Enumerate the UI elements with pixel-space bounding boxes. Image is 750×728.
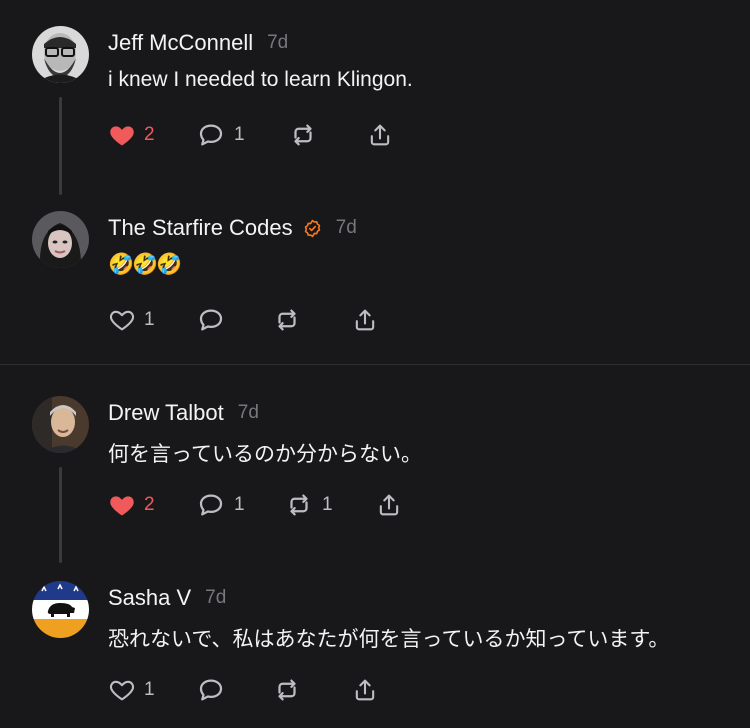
post-text: 恐れないで、私はあなたが何を言っているか知っています。 [108,628,670,651]
reply-count: 1 [234,124,245,145]
reply-button[interactable]: 1 [196,489,245,521]
share-icon [379,494,399,516]
avatar-starfire[interactable] [32,211,89,268]
avatar-sasha[interactable] [32,581,89,638]
repost-button[interactable] [272,304,310,336]
share-button[interactable] [366,119,394,151]
author-name[interactable]: Jeff McConnell [108,30,253,56]
share-icon [355,679,375,701]
reply-button[interactable] [196,304,234,336]
heart-icon [110,496,134,516]
repost-icon [294,124,312,146]
post-drew: Drew Talbot 7d 何を言っているのか分からない。 2 1 1 [0,370,750,563]
reply-icon [199,124,223,146]
share-icon [355,309,375,331]
post-header: The Starfire Codes 7d [108,215,357,241]
post-header: Sasha V 7d [108,585,226,611]
author-name[interactable]: Sasha V [108,585,191,611]
avatar-jeff[interactable] [32,26,89,83]
heart-icon [110,126,134,146]
verified-badge-icon [304,219,320,237]
repost-button[interactable] [288,119,326,151]
like-count: 2 [144,124,155,145]
reply-icon [199,309,223,331]
share-button[interactable] [351,674,379,706]
repost-button[interactable]: 1 [284,489,333,521]
post-text: 何を言っているのか分からない。 [108,443,422,466]
post-text: i knew I needed to learn Klingon. [108,68,413,91]
thread-line [59,467,62,563]
repost-count: 1 [322,494,333,515]
heart-icon [109,310,135,331]
thread-line [59,97,62,195]
post-time[interactable]: 7d [238,402,259,424]
post-starfire: The Starfire Codes 7d 🤣🤣🤣 1 [0,185,750,365]
repost-button[interactable] [272,674,310,706]
like-button[interactable]: 1 [108,304,155,336]
like-button[interactable]: 2 [108,489,155,521]
repost-icon [278,679,296,701]
post-time[interactable]: 7d [336,217,357,239]
reply-count: 1 [234,494,245,515]
like-count: 2 [144,494,155,515]
like-count: 1 [144,679,155,700]
reply-button[interactable]: 1 [196,119,245,151]
share-button[interactable] [375,489,403,521]
reply-button[interactable] [196,674,234,706]
share-button[interactable] [351,304,379,336]
thread-divider [0,364,750,365]
author-name[interactable]: Drew Talbot [108,400,224,426]
post-sasha: Sasha V 7d 恐れないで、私はあなたが何を言っているか知っています。 1 [0,555,750,728]
share-icon [370,124,390,146]
like-button[interactable]: 1 [108,674,155,706]
avatar-drew[interactable] [32,396,89,453]
post-time[interactable]: 7d [267,32,288,54]
post-header: Drew Talbot 7d [108,400,259,426]
author-name[interactable]: The Starfire Codes [108,215,293,241]
post-jeff: Jeff McConnell 7d i knew I needed to lea… [0,0,750,195]
like-count: 1 [144,309,155,330]
post-text: 🤣🤣🤣 [108,253,182,276]
reply-icon [199,679,223,701]
repost-icon [278,309,296,331]
repost-icon [290,494,308,516]
reply-icon [199,494,223,516]
heart-icon [109,680,135,701]
like-button[interactable]: 2 [108,119,155,151]
post-time[interactable]: 7d [205,587,226,609]
post-header: Jeff McConnell 7d [108,30,288,56]
